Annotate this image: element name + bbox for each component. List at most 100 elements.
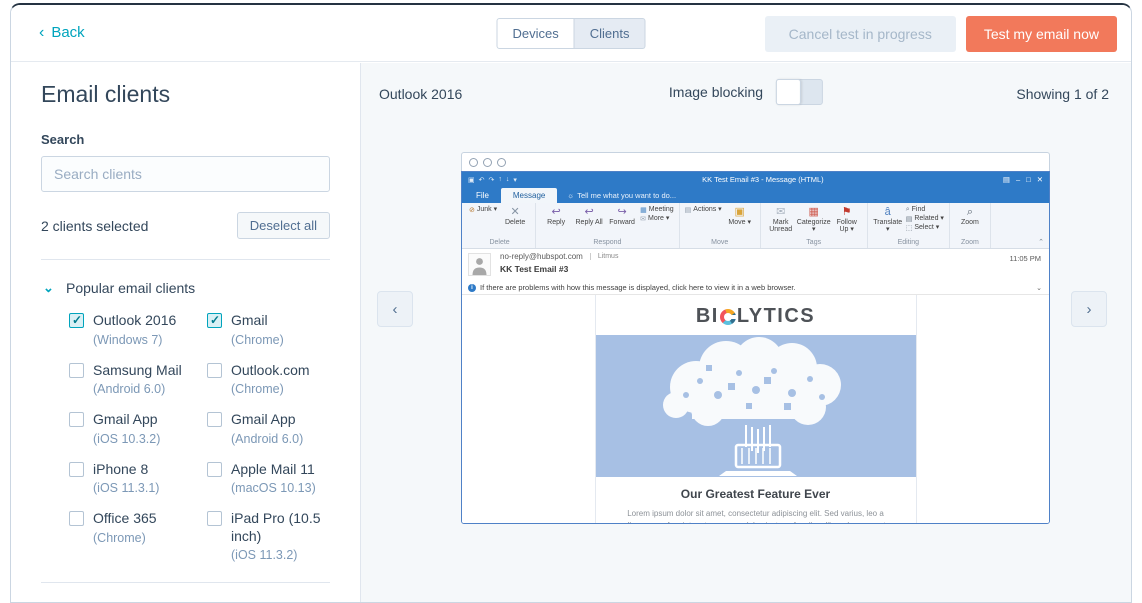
search-input[interactable] bbox=[41, 156, 330, 192]
window-control-icon[interactable]: – bbox=[1016, 175, 1020, 184]
ribbon-group-label: Zoom bbox=[955, 238, 985, 248]
client-checkbox-item[interactable]: Samsung Mail(Android 6.0) bbox=[69, 362, 207, 397]
chevron-down-icon[interactable]: ⌄ bbox=[1036, 284, 1042, 292]
client-checkbox-item[interactable]: iPad Pro (10.5 inch)(iOS 11.3.2) bbox=[207, 510, 330, 562]
client-name: Apple Mail 11 bbox=[231, 461, 316, 479]
via-label: Litmus bbox=[590, 253, 619, 260]
quick-access-icon[interactable]: ↶ bbox=[479, 176, 485, 184]
collapse-ribbon-icon[interactable]: ⌃ bbox=[1038, 238, 1044, 246]
section-label: Popular email clients bbox=[66, 280, 195, 296]
back-link[interactable]: ‹ Back bbox=[39, 24, 85, 41]
client-checkbox-item[interactable]: Outlook.com(Chrome) bbox=[207, 362, 330, 397]
ribbon-button[interactable]: ▣Move ▾ bbox=[725, 205, 755, 226]
ribbon-button[interactable]: ▦Categorize ▾ bbox=[799, 205, 829, 234]
window-control-icon[interactable]: ▤ bbox=[1003, 175, 1010, 184]
outlook-ribbon: ⊘Junk ▾✕Delete Delete ↩Reply↩Reply All↪For… bbox=[462, 203, 1049, 249]
tab-message[interactable]: Message bbox=[501, 188, 557, 203]
follow-up-icon: ⚑ bbox=[842, 205, 852, 219]
quick-access-icon[interactable]: ▣ bbox=[468, 176, 475, 184]
ribbon-button[interactable]: ✉More ▾ bbox=[640, 215, 674, 223]
ribbon-group: ✉Mark Unread▦Categorize ▾⚑Follow Up ▾Tag… bbox=[761, 203, 868, 248]
checkbox-unchecked-icon[interactable] bbox=[207, 462, 222, 477]
info-bar-text[interactable]: If there are problems with how this mess… bbox=[480, 283, 796, 292]
window-dot-icon bbox=[497, 158, 506, 167]
client-checkbox-item[interactable]: Apple Mail 11(macOS 10.13) bbox=[207, 461, 330, 496]
ribbon-button[interactable]: ↩Reply bbox=[541, 205, 571, 226]
tell-me-box[interactable]: ☼ Tell me what you want to do... bbox=[557, 191, 676, 203]
client-name: iPhone 8 bbox=[93, 461, 159, 479]
ribbon-button[interactable]: ▤Actions ▾ bbox=[685, 206, 722, 214]
client-checkbox-item[interactable]: Gmail App (iOS 10.3.2) bbox=[69, 411, 207, 446]
chevron-right-icon: › bbox=[1087, 301, 1092, 318]
ribbon-group: âTranslate ▾⌕Find▤Related ▾⬚Select ▾Edit… bbox=[868, 203, 950, 248]
previous-preview-button[interactable]: ‹ bbox=[377, 291, 413, 327]
move-icon: ▣ bbox=[735, 205, 745, 219]
mark-unread-icon: ✉ bbox=[776, 205, 785, 219]
client-checkbox-item[interactable]: Office 365(Chrome) bbox=[69, 510, 207, 562]
checkbox-unchecked-icon[interactable] bbox=[69, 462, 84, 477]
checkbox-unchecked-icon[interactable] bbox=[207, 412, 222, 427]
client-checkbox-item[interactable]: Gmail App(Android 6.0) bbox=[207, 411, 330, 446]
image-blocking-toggle[interactable] bbox=[776, 79, 823, 105]
quick-access-icon[interactable]: ↓ bbox=[506, 176, 510, 184]
checkbox-unchecked-icon[interactable] bbox=[207, 511, 222, 526]
checkbox-unchecked-icon[interactable] bbox=[207, 363, 222, 378]
ribbon-button[interactable]: âTranslate ▾ bbox=[873, 205, 903, 234]
checkbox-checked-icon[interactable]: ✓ bbox=[207, 313, 222, 328]
ribbon-group: ⊘Junk ▾✕Delete Delete bbox=[464, 203, 536, 248]
clients-toggle-button[interactable]: Clients bbox=[575, 18, 646, 49]
cancel-test-button[interactable]: Cancel test in progress bbox=[765, 16, 956, 52]
client-name: Gmail App bbox=[93, 411, 160, 429]
checkbox-unchecked-icon[interactable] bbox=[69, 511, 84, 526]
ribbon-button[interactable]: ⌕Find bbox=[906, 206, 944, 214]
ribbon-button[interactable]: ✉Mark Unread bbox=[766, 205, 796, 234]
zoom-icon: ⌕ bbox=[967, 205, 973, 219]
preview-pane: Outlook 2016 Image blocking Showing 1 of… bbox=[361, 63, 1131, 602]
client-checkbox-item[interactable]: ✓Gmail(Chrome) bbox=[207, 312, 330, 347]
client-name: Gmail App bbox=[231, 411, 303, 429]
devices-toggle-button[interactable]: Devices bbox=[497, 18, 575, 49]
window-control-icon[interactable]: ✕ bbox=[1037, 175, 1043, 184]
next-preview-button[interactable]: › bbox=[1071, 291, 1107, 327]
ribbon-button[interactable]: ⚑Follow Up ▾ bbox=[832, 205, 862, 234]
outlook-titlebar: ▣↶↷↑↓▾ KK Test Email #3 - Message (HTML)… bbox=[462, 172, 1049, 187]
client-os: (Chrome) bbox=[231, 382, 310, 396]
quick-access-icon[interactable]: ↷ bbox=[489, 176, 495, 184]
ribbon-group: ↩Reply↩Reply All↪Forward▦Meeting✉More ▾R… bbox=[536, 203, 680, 248]
ribbon-button[interactable]: ▦Meeting bbox=[640, 206, 674, 214]
client-os: (iOS 10.3.2) bbox=[93, 432, 160, 446]
window-control-icon[interactable]: □ bbox=[1026, 175, 1031, 184]
toggle-knob bbox=[776, 79, 801, 105]
tab-file[interactable]: File bbox=[462, 191, 501, 203]
email-clients-sidebar: Email clients Search 2 clients selected … bbox=[11, 63, 361, 603]
ribbon-button[interactable]: ↩Reply All bbox=[574, 205, 604, 226]
deselect-all-button[interactable]: Deselect all bbox=[237, 212, 330, 239]
ribbon-button[interactable]: ✕Delete bbox=[500, 205, 530, 226]
clients-checkbox-grid: ✓Outlook 2016(Windows 7)✓ Gmail (Chrome) Sa… bbox=[69, 312, 330, 562]
test-email-button[interactable]: Test my email now bbox=[966, 16, 1117, 52]
ribbon-button[interactable]: ↪Forward bbox=[607, 205, 637, 226]
quick-access-icon[interactable]: ↑ bbox=[498, 176, 502, 184]
message-time: 11:05 PM bbox=[1009, 254, 1041, 263]
checkbox-unchecked-icon[interactable] bbox=[69, 363, 84, 378]
ribbon-button[interactable]: ⌕Zoom bbox=[955, 205, 985, 226]
find-icon: ⌕ bbox=[906, 206, 910, 214]
email-paragraph: Lorem ipsum dolor sit amet, consectetur … bbox=[615, 508, 897, 523]
ribbon-button[interactable]: ▤Related ▾ bbox=[906, 215, 944, 223]
quick-access-icon[interactable]: ▾ bbox=[513, 176, 517, 184]
browser-chrome-bar bbox=[461, 152, 1050, 171]
checkbox-unchecked-icon[interactable] bbox=[69, 412, 84, 427]
client-name: Gmail bbox=[231, 312, 284, 330]
related-icon: ▤ bbox=[906, 215, 913, 223]
divider bbox=[41, 259, 330, 260]
topbar-actions: Cancel test in progress Test my email no… bbox=[765, 16, 1117, 52]
checkbox-checked-icon[interactable]: ✓ bbox=[69, 313, 84, 328]
popular-clients-section-header[interactable]: ⌄ Popular email clients bbox=[43, 280, 330, 296]
ribbon-button[interactable]: ⬚Select ▾ bbox=[906, 224, 944, 232]
client-checkbox-item[interactable]: iPhone 8(iOS 11.3.1) bbox=[69, 461, 207, 496]
ribbon-button[interactable]: ⊘Junk ▾ bbox=[469, 206, 497, 214]
ribbon-group-label: Delete bbox=[469, 238, 530, 248]
sender-avatar bbox=[468, 253, 491, 276]
client-checkbox-item[interactable]: ✓Outlook 2016(Windows 7) bbox=[69, 312, 207, 347]
divider bbox=[41, 582, 330, 583]
